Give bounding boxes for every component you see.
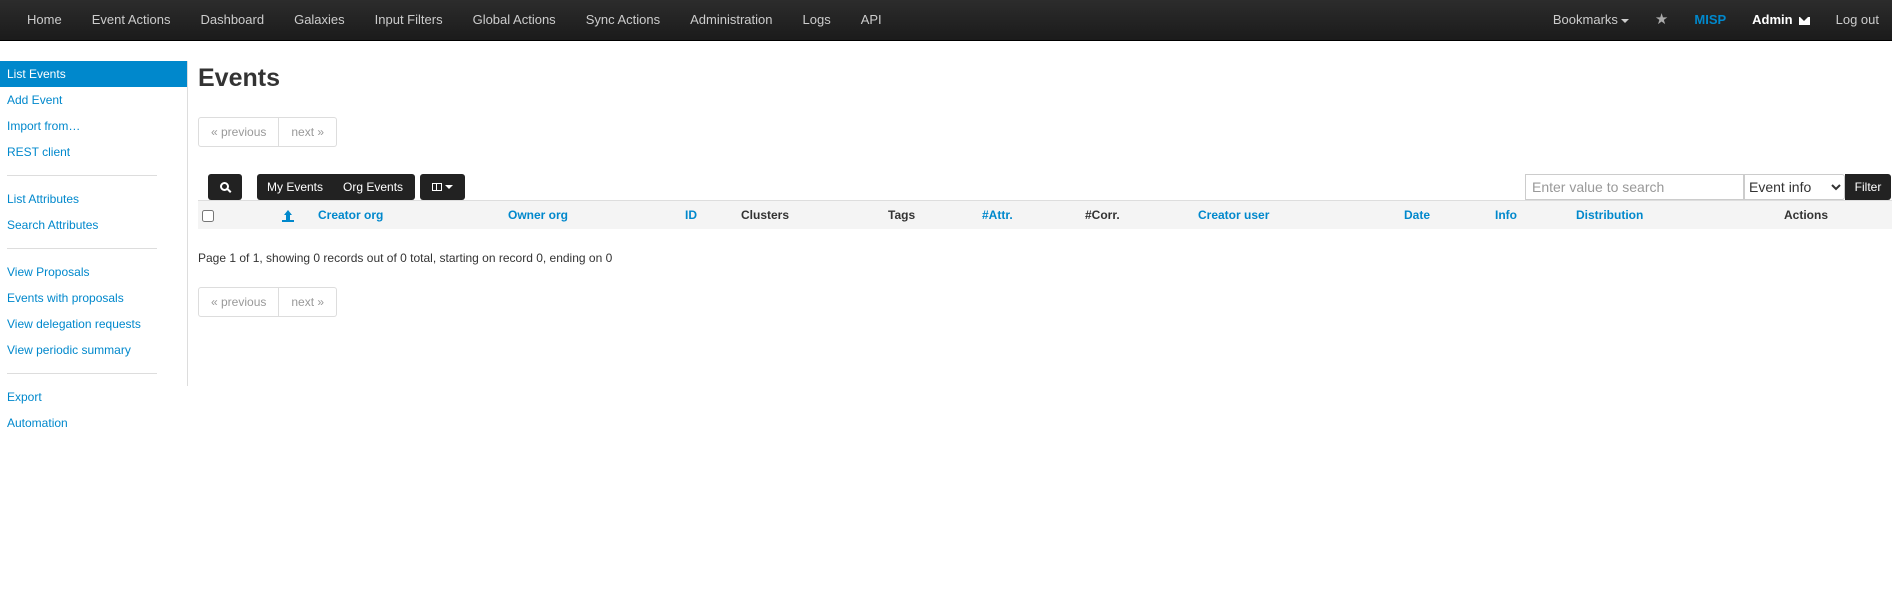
sidebar-item-periodic-summary[interactable]: View periodic summary <box>0 337 187 363</box>
select-all-cell <box>198 200 220 229</box>
column-info[interactable]: Info <box>1495 200 1576 229</box>
nav-galaxies[interactable]: Galaxies <box>279 0 360 40</box>
my-events-button[interactable]: My Events <box>257 174 333 200</box>
chevron-down-icon <box>445 185 453 189</box>
bookmarks-label: Bookmarks <box>1552 12 1618 27</box>
column-distribution[interactable]: Distribution <box>1576 200 1784 229</box>
admin-label: Admin <box>1752 12 1793 27</box>
pagination-summary: Page 1 of 1, showing 0 records out of 0 … <box>198 251 613 265</box>
sidebar-item-import-from[interactable]: Import from… <box>0 113 187 139</box>
upload-icon <box>282 209 294 222</box>
top-navbar: Home Event Actions Dashboard Galaxies In… <box>0 0 1892 41</box>
sidebar-item-events-with-proposals[interactable]: Events with proposals <box>0 285 187 311</box>
sidebar-item-list-events[interactable]: List Events <box>0 61 187 87</box>
select-all-checkbox[interactable] <box>202 209 214 222</box>
published-column-header[interactable] <box>220 200 318 229</box>
nav-administration[interactable]: Administration <box>675 0 787 40</box>
table-header-row: Creator org Owner org ID Clusters Tags #… <box>198 200 1892 229</box>
sidebar-item-list-attributes[interactable]: List Attributes <box>0 186 187 212</box>
nav-event-actions[interactable]: Event Actions <box>77 0 186 40</box>
sidebar-item-add-event[interactable]: Add Event <box>0 87 187 113</box>
column-tags: Tags <box>888 200 982 229</box>
events-table: Creator org Owner org ID Clusters Tags #… <box>198 200 1892 229</box>
bookmarks-dropdown[interactable]: Bookmarks <box>1540 0 1642 40</box>
column-creator-user[interactable]: Creator user <box>1198 200 1404 229</box>
sidebar-item-export[interactable]: Export <box>0 384 187 410</box>
admin-link[interactable]: Admin <box>1739 0 1822 40</box>
sidebar-divider <box>7 373 157 374</box>
column-attr-count[interactable]: #Attr. <box>982 200 1085 229</box>
misp-link[interactable]: MISP <box>1681 0 1739 40</box>
sidebar-item-delegation-requests[interactable]: View delegation requests <box>0 311 187 337</box>
event-filter-group: My Events Org Events <box>257 174 415 200</box>
column-id[interactable]: ID <box>685 200 741 229</box>
nav-home[interactable]: Home <box>12 0 77 40</box>
column-corr-count: #Corr. <box>1085 200 1198 229</box>
main-menu: Home Event Actions Dashboard Galaxies In… <box>12 0 897 40</box>
search-input[interactable] <box>1525 174 1744 200</box>
columns-icon <box>432 183 442 191</box>
pagination-bottom: « previous next » <box>198 287 338 317</box>
nav-sync-actions[interactable]: Sync Actions <box>571 0 675 40</box>
sidebar-divider <box>7 248 157 249</box>
next-page-button[interactable]: next » <box>279 117 338 147</box>
filter-button[interactable]: Filter <box>1845 174 1891 200</box>
column-actions: Actions <box>1784 200 1892 229</box>
sidebar-divider <box>7 175 157 176</box>
pagination-top: « previous next » <box>198 117 338 147</box>
search-icon <box>219 181 229 191</box>
nav-logs[interactable]: Logs <box>788 0 846 40</box>
column-date[interactable]: Date <box>1404 200 1495 229</box>
logout-link[interactable]: Log out <box>1823 0 1892 40</box>
nav-global-actions[interactable]: Global Actions <box>458 0 571 40</box>
user-menu: Bookmarks ★ MISP Admin Log out <box>1540 0 1892 40</box>
sidebar-item-search-attributes[interactable]: Search Attributes <box>0 212 187 238</box>
previous-page-button[interactable]: « previous <box>198 287 280 317</box>
envelope-icon <box>1798 16 1810 25</box>
next-page-button[interactable]: next » <box>279 287 338 317</box>
column-clusters: Clusters <box>741 200 888 229</box>
page-title: Events <box>198 64 280 92</box>
org-events-button[interactable]: Org Events <box>333 174 413 200</box>
column-owner-org[interactable]: Owner org <box>508 200 685 229</box>
sidebar: List Events Add Event Import from… REST … <box>0 61 188 430</box>
previous-page-button[interactable]: « previous <box>198 117 280 147</box>
star-icon[interactable]: ★ <box>1642 0 1681 40</box>
sidebar-item-view-proposals[interactable]: View Proposals <box>0 259 187 285</box>
sidebar-item-automation[interactable]: Automation <box>0 410 187 436</box>
column-creator-org[interactable]: Creator org <box>318 200 508 229</box>
columns-dropdown-button[interactable] <box>420 174 465 200</box>
chevron-down-icon <box>1620 18 1629 23</box>
search-toggle-button[interactable] <box>208 174 242 200</box>
nav-input-filters[interactable]: Input Filters <box>360 0 458 40</box>
search-field-select[interactable]: Event info <box>1744 174 1845 200</box>
sidebar-item-rest-client[interactable]: REST client <box>0 139 187 165</box>
nav-dashboard[interactable]: Dashboard <box>185 0 279 40</box>
nav-api[interactable]: API <box>846 0 897 40</box>
